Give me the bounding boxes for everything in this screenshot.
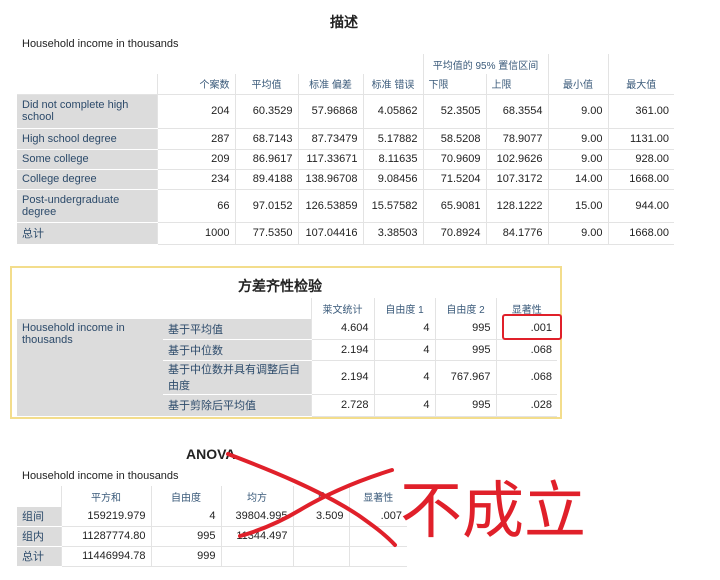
handwritten-annotation: 不成立	[226, 452, 586, 547]
cross-mark-stroke	[238, 468, 394, 538]
annotation-text: 不成立	[400, 474, 586, 547]
